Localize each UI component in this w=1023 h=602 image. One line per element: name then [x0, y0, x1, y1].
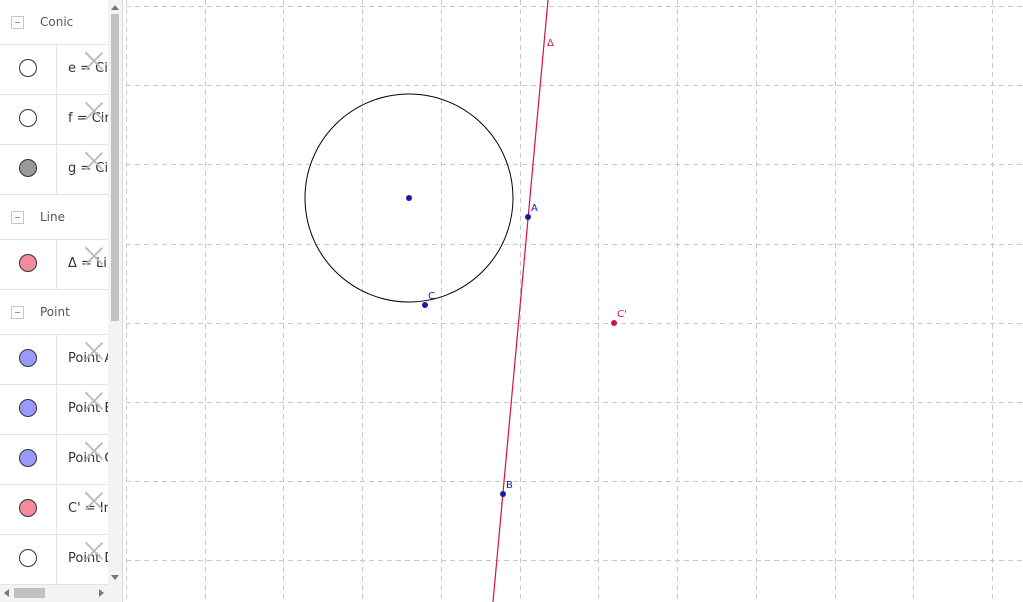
grid	[126, 0, 1023, 602]
visibility-marble-icon[interactable]	[19, 254, 37, 272]
algebra-item-f[interactable]: f = Circle	[0, 95, 108, 145]
algebra-item-point-d[interactable]: Point D	[0, 535, 108, 585]
algebra-item-e[interactable]: e = Circle	[0, 45, 108, 95]
visibility-marble-icon[interactable]	[19, 549, 37, 567]
marble-cell	[0, 485, 57, 534]
algebra-item-delta[interactable]: Δ = Line	[0, 240, 108, 290]
vertical-scrollbar[interactable]	[108, 0, 122, 585]
graphics-view[interactable]: Δ A B C C'	[126, 0, 1023, 602]
visibility-marble-icon[interactable]	[19, 449, 37, 467]
point-c-prime[interactable]	[611, 320, 617, 326]
delete-icon[interactable]	[84, 101, 104, 121]
visibility-marble-icon[interactable]	[19, 399, 37, 417]
marble-cell	[0, 145, 57, 194]
visibility-marble-icon[interactable]	[19, 499, 37, 517]
algebra-item-point-b[interactable]: Point B	[0, 385, 108, 435]
point-b[interactable]	[500, 491, 506, 497]
label-c-prime: C'	[617, 309, 627, 320]
delete-icon[interactable]	[84, 246, 104, 266]
delete-icon[interactable]	[84, 341, 104, 361]
marble-cell	[0, 535, 57, 584]
scrollbar-thumb[interactable]	[14, 588, 45, 598]
group-label: Point	[40, 305, 70, 319]
delete-icon[interactable]	[84, 151, 104, 171]
algebra-item-point-a[interactable]: Point A	[0, 335, 108, 385]
scroll-left-icon[interactable]	[4, 589, 9, 597]
algebra-item-g[interactable]: g = Circle	[0, 145, 108, 195]
label-b: B	[506, 480, 513, 491]
marble-cell	[0, 95, 57, 144]
delete-icon[interactable]	[84, 51, 104, 71]
group-header-line[interactable]: Line	[0, 195, 108, 240]
group-label: Conic	[40, 15, 74, 29]
graphics-canvas[interactable]: Δ A B C C'	[126, 0, 1023, 602]
scroll-up-icon[interactable]	[111, 5, 119, 10]
label-c: C	[428, 291, 435, 302]
delete-icon[interactable]	[84, 541, 104, 561]
algebra-item-c-prime[interactable]: C' = Image	[0, 485, 108, 535]
scrollbar-thumb[interactable]	[111, 14, 119, 321]
visibility-marble-icon[interactable]	[19, 59, 37, 77]
group-header-point[interactable]: Point	[0, 290, 108, 335]
algebra-list: Conic e = Circle f = Circle g = Circle L…	[0, 0, 108, 585]
delete-icon[interactable]	[84, 391, 104, 411]
scroll-down-icon[interactable]	[111, 575, 119, 580]
scroll-right-icon[interactable]	[99, 589, 104, 597]
point-c[interactable]	[422, 302, 428, 308]
circle-center-point[interactable]	[406, 195, 412, 201]
horizontal-scrollbar[interactable]	[0, 585, 108, 602]
algebra-view: Conic e = Circle f = Circle g = Circle L…	[0, 0, 123, 602]
marble-cell	[0, 335, 57, 384]
algebra-item-point-c[interactable]: Point C	[0, 435, 108, 485]
label-a: A	[531, 203, 538, 214]
marble-cell	[0, 435, 57, 484]
visibility-marble-icon[interactable]	[19, 159, 37, 177]
label-delta: Δ	[547, 38, 554, 49]
collapse-toggle-icon[interactable]	[11, 306, 24, 319]
marble-cell	[0, 45, 57, 94]
visibility-marble-icon[interactable]	[19, 109, 37, 127]
group-header-conic[interactable]: Conic	[0, 0, 108, 45]
delete-icon[interactable]	[84, 441, 104, 461]
collapse-toggle-icon[interactable]	[11, 211, 24, 224]
marble-cell	[0, 240, 57, 289]
collapse-toggle-icon[interactable]	[11, 16, 24, 29]
point-a[interactable]	[525, 214, 531, 220]
group-label: Line	[40, 210, 66, 224]
scrollbar-corner	[108, 585, 122, 602]
visibility-marble-icon[interactable]	[19, 349, 37, 367]
marble-cell	[0, 385, 57, 434]
delete-icon[interactable]	[84, 491, 104, 511]
